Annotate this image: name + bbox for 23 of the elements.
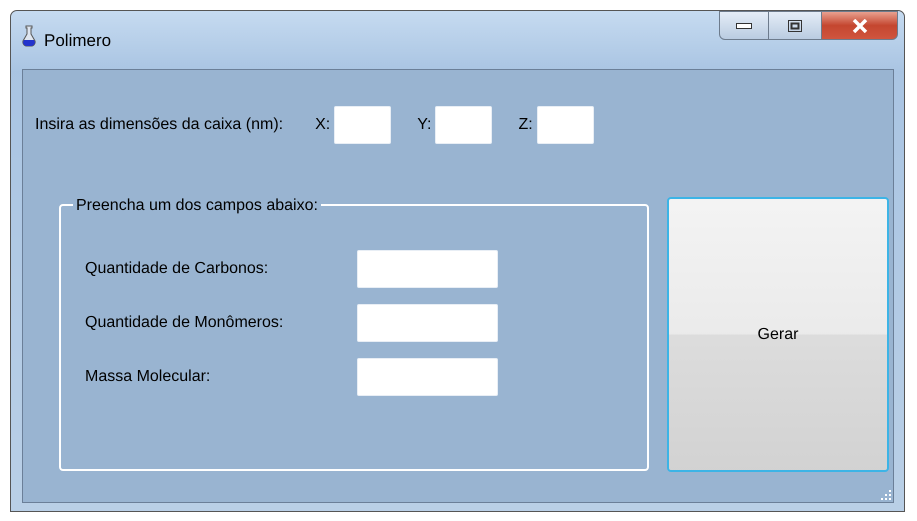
dimensions-label: Insira as dimensões da caixa (nm): <box>35 115 284 135</box>
close-icon <box>852 18 868 32</box>
window-title: Polimero <box>44 30 112 52</box>
field-label: Massa Molecular: <box>85 367 212 387</box>
minimize-icon <box>736 22 752 28</box>
minimize-button[interactable] <box>719 11 769 40</box>
axis-label: Z: <box>518 115 533 135</box>
generate-button[interactable]: Gerar <box>667 197 889 472</box>
input-field[interactable] <box>357 250 498 288</box>
resize-grip-icon <box>881 490 891 500</box>
input-field[interactable] <box>357 304 498 342</box>
input-field[interactable] <box>357 358 498 396</box>
axis-input-field[interactable] <box>435 106 492 144</box>
close-button[interactable] <box>822 11 898 40</box>
flask-icon <box>22 25 36 47</box>
maximize-button[interactable] <box>769 11 822 40</box>
maximize-icon <box>788 20 802 32</box>
field-label: Quantidade de Monômeros: <box>85 313 284 333</box>
axis-label: X: <box>315 115 330 135</box>
axis-input-field[interactable] <box>536 106 594 144</box>
field-label: Quantidade de Carbonos: <box>85 259 270 279</box>
axis-input-field[interactable] <box>334 106 392 144</box>
axis-label: Y: <box>417 115 432 135</box>
